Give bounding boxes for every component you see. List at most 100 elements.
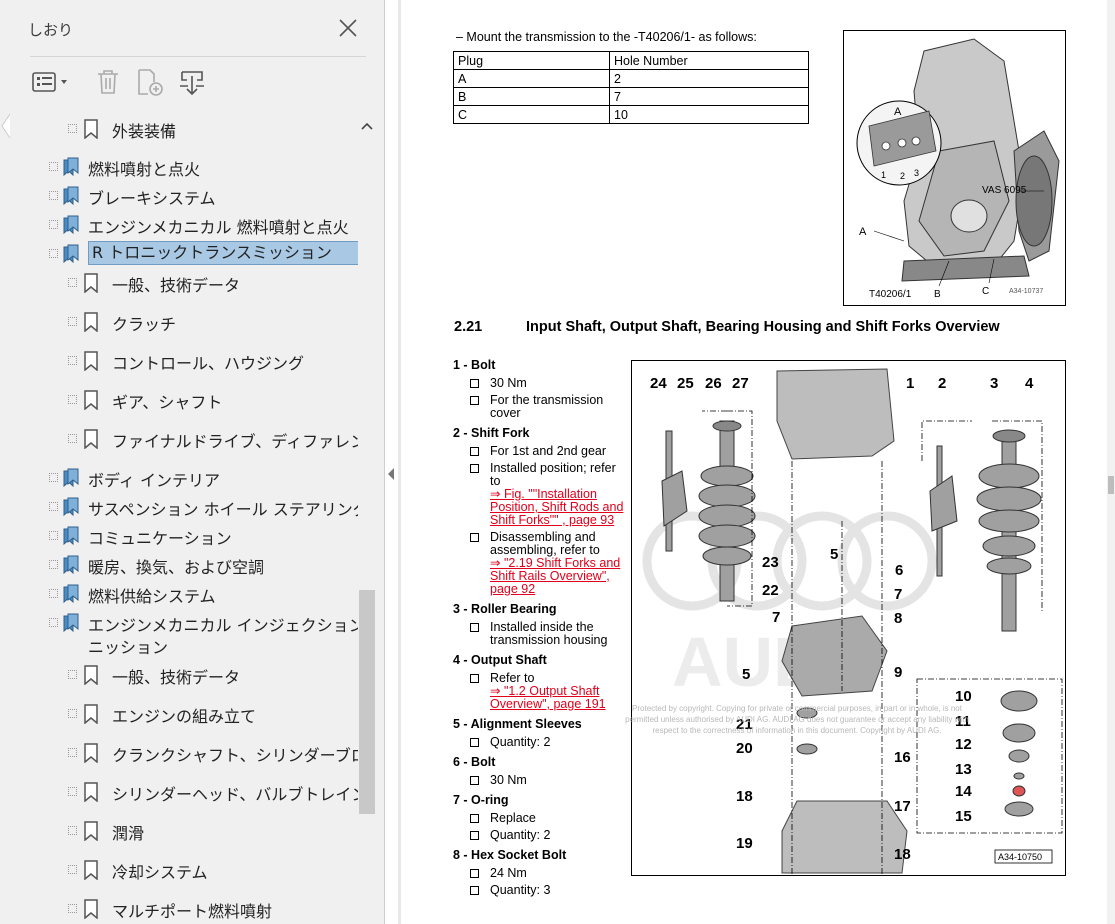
expand-toggle-icon[interactable] bbox=[68, 709, 77, 718]
bookmark-item[interactable]: サスペンション ホイール ステアリング bbox=[0, 494, 358, 520]
chevron-up-icon[interactable] bbox=[359, 118, 375, 134]
bookmark-item[interactable]: コミュニケーション bbox=[0, 523, 358, 549]
plug-table: Plug Hole Number A 2 B 7 C 10 bbox=[453, 51, 809, 124]
bookmark-item[interactable]: エンジンメカニカル インジェクション イグニッション bbox=[0, 610, 358, 657]
bookmark-item[interactable]: ギア、シャフト bbox=[0, 387, 358, 413]
bookmark-label: ギア、シャフト bbox=[112, 393, 223, 412]
bookmark-label-continued: ニッション bbox=[88, 638, 169, 657]
callout-number: 1 bbox=[906, 375, 914, 392]
options-menu-icon[interactable] bbox=[32, 66, 72, 98]
expand-toggle-icon[interactable] bbox=[68, 278, 77, 287]
callout-number: 23 bbox=[762, 554, 779, 571]
expand-toggle-icon[interactable] bbox=[68, 670, 77, 679]
bookmark-label: クラッチ bbox=[112, 315, 177, 334]
section-title: Input Shaft, Output Shaft, Bearing Housi… bbox=[526, 319, 1000, 335]
expand-toggle-icon[interactable] bbox=[68, 434, 77, 443]
expand-toggle-icon[interactable] bbox=[49, 618, 58, 627]
bookmark-item[interactable]: R トロニックトランスミッション bbox=[0, 241, 358, 267]
expand-toggle-icon[interactable] bbox=[68, 826, 77, 835]
bookmark-item[interactable]: コントロール、ハウジング bbox=[0, 348, 358, 374]
scrollbar-thumb[interactable] bbox=[359, 590, 375, 814]
table-cell: B bbox=[453, 87, 610, 106]
bookmark-item[interactable]: クランクシャフト、シリンダーブロック bbox=[0, 740, 358, 766]
legend-item: 7 - O-ring Replace Quantity: 2 bbox=[453, 793, 628, 842]
bookmark-item[interactable]: 冷却システム bbox=[0, 857, 358, 883]
bookmark-item[interactable]: 燃料噴射と点火 bbox=[0, 154, 358, 180]
bookmark-item[interactable]: 燃料供給システム bbox=[0, 581, 358, 607]
expand-bookmark-icon[interactable] bbox=[176, 66, 208, 98]
legend-bullet: 24 Nm bbox=[453, 867, 628, 880]
expand-toggle-icon[interactable] bbox=[68, 356, 77, 365]
legend-bullet: Disassembling and assembling, refer to ⇒ … bbox=[453, 531, 628, 596]
legend-bullet: For 1st and 2nd gear bbox=[453, 445, 628, 458]
expand-toggle-icon[interactable] bbox=[49, 249, 58, 258]
table-cell: C bbox=[453, 105, 610, 124]
expand-toggle-icon[interactable] bbox=[49, 531, 58, 540]
bookmark-item[interactable]: ブレーキシステム bbox=[0, 183, 358, 209]
bookmark-item[interactable]: シリンダーヘッド、バルブトレイン bbox=[0, 779, 358, 805]
close-icon[interactable] bbox=[338, 18, 358, 38]
collapse-panel-icon[interactable] bbox=[386, 466, 396, 482]
bookmark-item[interactable]: 外装装備 bbox=[0, 116, 358, 142]
callout-number: 13 bbox=[955, 761, 972, 778]
expand-toggle-icon[interactable] bbox=[49, 473, 58, 482]
expand-toggle-icon[interactable] bbox=[68, 787, 77, 796]
expand-toggle-icon[interactable] bbox=[68, 124, 77, 133]
bookmark-item[interactable]: エンジンの組み立て bbox=[0, 701, 358, 727]
expand-toggle-icon[interactable] bbox=[49, 162, 58, 171]
bookmark-icon bbox=[82, 119, 100, 140]
bookmark-item[interactable]: 潤滑 bbox=[0, 818, 358, 844]
bookmark-item[interactable]: ボディ インテリア bbox=[0, 465, 358, 491]
cross-reference-link[interactable]: ⇒ "2.19 Shift Forks and Shift Rails Over… bbox=[490, 556, 620, 596]
callout-number: 26 bbox=[705, 375, 722, 392]
expand-toggle-icon[interactable] bbox=[49, 502, 58, 511]
trash-icon[interactable] bbox=[94, 66, 122, 98]
bookmark-item[interactable]: 一般、技術データ bbox=[0, 662, 358, 688]
bookmark-group-icon bbox=[62, 526, 80, 546]
cross-reference-link[interactable]: ⇒ "1.2 Output Shaft Overview", page 191 bbox=[490, 684, 606, 711]
bookmark-item[interactable]: 暖房、換気、および空調 bbox=[0, 552, 358, 578]
bookmark-group-icon bbox=[62, 215, 80, 235]
new-bookmark-icon[interactable] bbox=[134, 66, 166, 98]
callout-number: 7 bbox=[894, 586, 902, 603]
expand-toggle-icon[interactable] bbox=[49, 589, 58, 598]
bookmark-icon bbox=[82, 390, 100, 411]
bookmark-icon bbox=[82, 429, 100, 450]
table-row: A 2 bbox=[453, 69, 809, 88]
bookmark-label: R トロニックトランスミッション bbox=[88, 241, 358, 265]
legend-bullet-text: Quantity: 2 bbox=[490, 735, 551, 749]
fig1-label: T40206/1 bbox=[869, 289, 912, 300]
expand-toggle-icon[interactable] bbox=[49, 220, 58, 229]
table-row: B 7 bbox=[453, 87, 809, 106]
bookmark-icon bbox=[82, 821, 100, 842]
panel-title: しおり bbox=[28, 21, 74, 39]
expand-toggle-icon[interactable] bbox=[68, 904, 77, 913]
expand-toggle-icon[interactable] bbox=[68, 748, 77, 757]
expand-toggle-icon[interactable] bbox=[68, 395, 77, 404]
expand-toggle-icon[interactable] bbox=[49, 560, 58, 569]
expand-toggle-icon[interactable] bbox=[68, 865, 77, 874]
expand-toggle-icon[interactable] bbox=[49, 191, 58, 200]
fig1-label: A bbox=[859, 226, 867, 238]
bookmark-group-icon bbox=[62, 468, 80, 488]
cross-reference-link[interactable]: ⇒ Fig. ""Installation Position, Shift Ro… bbox=[490, 487, 623, 527]
legend-item: 5 - Alignment Sleeves Quantity: 2 bbox=[453, 717, 628, 749]
callout-number: 22 bbox=[762, 582, 779, 599]
callout-number: 19 bbox=[736, 835, 753, 852]
legend-item: 2 - Shift Fork For 1st and 2nd gear Instal… bbox=[453, 426, 628, 596]
bookmark-icon bbox=[82, 312, 100, 333]
bookmark-item[interactable]: 一般、技術データ bbox=[0, 270, 358, 296]
document-scrollbar[interactable] bbox=[1107, 0, 1115, 924]
fig1-label: 1 bbox=[881, 170, 886, 180]
expand-toggle-icon[interactable] bbox=[68, 317, 77, 326]
document-scrollbar-thumb[interactable] bbox=[1108, 476, 1114, 494]
legend-item: 8 - Hex Socket Bolt 24 Nm Quantity: 3 bbox=[453, 848, 628, 897]
bookmark-icon bbox=[82, 665, 100, 686]
legend-bullet-text: 24 Nm bbox=[490, 866, 527, 880]
bookmark-item[interactable]: ファイナルドライブ、ディファレンシャル bbox=[0, 426, 358, 452]
bookmark-item[interactable]: マルチポート燃料噴射 bbox=[0, 896, 358, 922]
legend-bullet: Installed inside the transmission housin… bbox=[453, 621, 628, 647]
bookmark-item[interactable]: エンジンメカニカル 燃料噴射と点火 bbox=[0, 212, 358, 238]
bookmark-item[interactable]: クラッチ bbox=[0, 309, 358, 335]
legend-item-title: 7 - O-ring bbox=[453, 793, 509, 807]
